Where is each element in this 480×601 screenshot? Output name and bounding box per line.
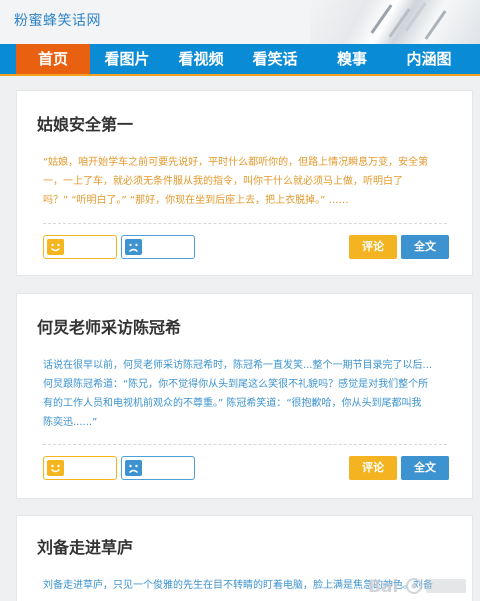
article-card: 何炅老师采访陈冠希 话说在很早以前，何炅老师采访陈冠希时，陈冠希一直发笑...整… — [16, 293, 473, 499]
smile-face-icon — [47, 460, 64, 476]
excerpt-line: 何炅跟陈冠希道：“陈兄，你不觉得你从头到尾这么笑很不礼貌吗？感觉是对我们整个所 — [43, 379, 429, 390]
vote-up-button[interactable] — [43, 456, 117, 480]
site-name[interactable]: 粉蜜蜂笑话网 — [14, 10, 101, 30]
article-title[interactable]: 何炅老师采访陈冠希 — [37, 314, 181, 338]
nav-item-home[interactable]: 首页 — [16, 44, 90, 74]
article-excerpt: 话说在很早以前，何炅老师采访陈冠希时，陈冠希一直发笑...整个一期节目录完了以后… — [43, 356, 447, 432]
article-card: 姑娘安全第一 “姑娘，咱开始学车之前可要先说好，平时什么都听你的，但路上情况瞬息… — [16, 90, 473, 276]
baidu-jingyan-watermark: Bai — [364, 573, 472, 599]
nav-item-jokes[interactable]: 看笑话 — [238, 44, 312, 74]
comment-button[interactable]: 评论 — [349, 456, 397, 480]
read-full-button[interactable]: 全文 — [401, 456, 449, 480]
nav-item-pictures[interactable]: 看图片 — [90, 44, 164, 74]
sad-face-icon — [125, 460, 142, 476]
nav-item-meme-pics[interactable]: 内涵图 — [392, 44, 466, 74]
read-full-button[interactable]: 全文 — [401, 235, 449, 259]
main-nav: 首页 看图片 看视频 看笑话 糗事 内涵图 — [0, 44, 480, 76]
excerpt-line: 吗？” “听明白了。” “那好，你现在坐到后座上去，把上衣脱掉。” …… — [43, 195, 349, 206]
comment-button[interactable]: 评论 — [349, 235, 397, 259]
article-excerpt: “姑娘，咱开始学车之前可要先说好，平时什么都听你的，但路上情况瞬息万变，安全第 … — [43, 153, 447, 210]
excerpt-line: 陈奕迅......” — [43, 417, 98, 428]
card-divider — [43, 223, 447, 224]
vote-up-button[interactable] — [43, 235, 117, 259]
nav-item-videos[interactable]: 看视频 — [164, 44, 238, 74]
article-title[interactable]: 刘备走进草庐 — [37, 534, 133, 558]
vote-down-button[interactable] — [121, 456, 195, 480]
card-divider — [43, 444, 447, 445]
svg-text:Bai: Bai — [368, 577, 398, 597]
site-header: 粉蜜蜂笑话网 — [0, 0, 480, 44]
nav-item-embarrassing[interactable]: 糗事 — [312, 44, 392, 74]
excerpt-line: 一，一上了车，就必须无条件服从我的指令，叫你干什么就必须马上做，听明白了 — [43, 176, 403, 187]
excerpt-line: 有的工作人员和电视机前观众的不尊重。” 陈冠希笑道：“很抱歉哈，你从头到尾都叫我 — [43, 398, 422, 409]
article-title[interactable]: 姑娘安全第一 — [37, 111, 133, 135]
excerpt-line: 话说在很早以前，何炅老师采访陈冠希时，陈冠希一直发笑...整个一期节目录完了以后… — [43, 360, 433, 371]
vote-down-button[interactable] — [121, 235, 195, 259]
sad-face-icon — [125, 239, 142, 255]
smile-face-icon — [47, 239, 64, 255]
excerpt-line: “姑娘，咱开始学车之前可要先说好，平时什么都听你的，但路上情况瞬息万变，安全第 — [43, 157, 429, 168]
header-banner-art — [310, 0, 480, 44]
